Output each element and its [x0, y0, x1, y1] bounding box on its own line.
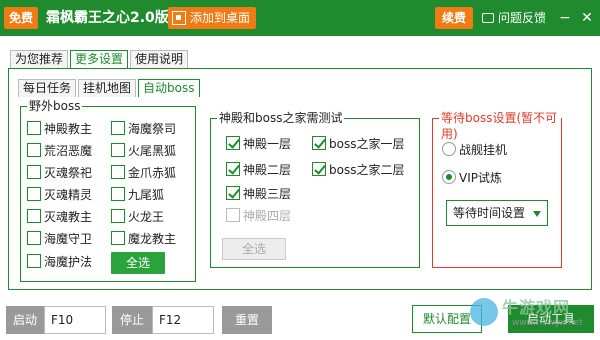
checkbox-wild-boss[interactable]: 神殿教主 [27, 119, 92, 137]
checkbox-box[interactable] [27, 231, 41, 245]
checkbox-box[interactable] [111, 209, 125, 223]
checkbox-box[interactable] [226, 162, 240, 176]
outer-tab-bar: 为您推荐 更多设置 使用说明 [10, 50, 190, 68]
checkbox-wild-boss[interactable]: 九尾狐 [111, 185, 164, 203]
default-config-button[interactable]: 默认配置 [412, 305, 482, 333]
radio-dot[interactable] [442, 170, 456, 184]
chevron-down-icon [533, 211, 541, 217]
checkbox-box[interactable] [111, 143, 125, 157]
checkbox-temple[interactable]: 神殿三层 [226, 184, 291, 202]
checkbox-box[interactable] [312, 162, 326, 176]
checkbox-temple[interactable]: 神殿一层 [226, 134, 291, 152]
checkbox-box[interactable] [27, 254, 41, 268]
checkbox-label: 火龙王 [128, 209, 165, 224]
stop-button[interactable]: 停止 [112, 306, 152, 334]
tab-daily-tasks[interactable]: 每日任务 [18, 79, 77, 97]
checkbox-wild-boss[interactable]: 海魔守卫 [27, 229, 92, 247]
checkbox-label: 海魔祭司 [128, 121, 177, 136]
checkbox-label: 神殿教主 [44, 121, 93, 136]
checkbox-wild-boss[interactable]: 海魔护法 [27, 252, 92, 270]
start-button[interactable]: 启动 [6, 306, 44, 334]
checkbox-temple-disabled: 神殿四层 [226, 206, 291, 224]
checkbox-boss-home[interactable]: boss之家二层 [312, 160, 404, 178]
checkbox-label: 神殿四层 [243, 208, 292, 223]
radio-label: VIP试炼 [459, 170, 502, 185]
checkbox-box[interactable] [226, 136, 240, 150]
desktop-icon [172, 11, 186, 25]
app-title: 霜枫霸王之心2.0版 [46, 10, 169, 26]
radio-dot[interactable] [442, 142, 456, 156]
radio-vip-trial[interactable]: VIP试炼 [442, 168, 502, 186]
checkbox-label: 神殿二层 [243, 162, 292, 177]
checkbox-box[interactable] [312, 136, 326, 150]
checkbox-box[interactable] [27, 143, 41, 157]
checkbox-label: 荒沼恶魔 [44, 143, 93, 158]
start-tool-button[interactable]: 启动工具 [508, 305, 594, 333]
checkbox-label: 灭魂祭祀 [44, 165, 93, 180]
checkbox-box[interactable] [111, 165, 125, 179]
tab-auto-boss[interactable]: 自动boss [138, 79, 200, 97]
feedback-label: 问题反馈 [498, 11, 547, 25]
checkbox-wild-boss[interactable]: 金爪赤狐 [111, 163, 176, 181]
start-hotkey-input[interactable]: F10 [44, 306, 106, 334]
checkbox-label: 神殿一层 [243, 136, 292, 151]
temple-select-all-button: 全选 [222, 238, 286, 260]
checkbox-wild-boss[interactable]: 灭魂教主 [27, 207, 92, 225]
checkbox-label: 金爪赤狐 [128, 165, 177, 180]
feedback-button[interactable]: 问题反馈 [482, 8, 546, 28]
checkbox-wild-boss[interactable]: 魔龙教主 [111, 229, 176, 247]
chat-bubble-icon [482, 13, 494, 23]
temple-group-title: 神殿和boss之家需测试 [217, 110, 345, 126]
checkbox-box[interactable] [27, 187, 41, 201]
wild-boss-title: 野外boss [27, 98, 83, 114]
tab-recommend[interactable]: 为您推荐 [10, 50, 69, 68]
checkbox-temple[interactable]: 神殿二层 [226, 160, 291, 178]
checkbox-label: 魔龙教主 [128, 231, 177, 246]
checkbox-box[interactable] [111, 187, 125, 201]
checkbox-box [226, 208, 240, 222]
tab-more-settings[interactable]: 更多设置 [70, 50, 129, 68]
renew-button[interactable]: 续费 [435, 7, 473, 29]
checkbox-wild-boss[interactable]: 荒沼恶魔 [27, 141, 92, 159]
checkbox-box[interactable] [226, 186, 240, 200]
wait-group-title: 等待boss设置(暂不可用) [439, 110, 561, 142]
checkbox-label: 灭魂教主 [44, 209, 93, 224]
close-button[interactable]: ✕ [578, 8, 596, 28]
tab-instructions[interactable]: 使用说明 [130, 50, 189, 68]
free-badge: 免费 [4, 7, 38, 29]
checkbox-label: 灭魂精灵 [44, 187, 93, 202]
add-to-desktop-button[interactable]: 添加到桌面 [168, 7, 257, 29]
wild-select-all-button[interactable]: 全选 [111, 252, 165, 274]
checkbox-wild-boss[interactable]: 火龙王 [111, 207, 164, 225]
checkbox-box[interactable] [111, 121, 125, 135]
checkbox-wild-boss[interactable]: 海魔祭司 [111, 119, 176, 137]
checkbox-wild-boss[interactable]: 灭魂精灵 [27, 185, 92, 203]
checkbox-boss-home[interactable]: boss之家一层 [312, 134, 404, 152]
inner-tab-bar: 每日任务 挂机地图 自动boss [18, 79, 202, 97]
checkbox-label: 九尾狐 [128, 187, 165, 202]
checkbox-label: 海魔守卫 [44, 231, 93, 246]
wait-time-select[interactable]: 等待时间设置 [446, 200, 548, 226]
checkbox-label: 海魔护法 [44, 254, 93, 269]
checkbox-wild-boss[interactable]: 灭魂祭祀 [27, 163, 92, 181]
checkbox-box[interactable] [111, 231, 125, 245]
wait-time-select-value: 等待时间设置 [453, 206, 526, 220]
checkbox-box[interactable] [27, 121, 41, 135]
checkbox-wild-boss[interactable]: 火尾黑狐 [111, 141, 176, 159]
radio-label: 战舰挂机 [459, 142, 508, 157]
checkbox-box[interactable] [27, 209, 41, 223]
add-to-desktop-label: 添加到桌面 [190, 11, 251, 25]
minimize-button[interactable]: − [556, 8, 574, 28]
checkbox-label: boss之家二层 [329, 162, 405, 177]
tab-afk-map[interactable]: 挂机地图 [78, 79, 137, 97]
radio-battleship-afk[interactable]: 战舰挂机 [442, 140, 507, 158]
checkbox-box[interactable] [27, 165, 41, 179]
checkbox-label: 神殿三层 [243, 186, 292, 201]
checkbox-label: 火尾黑狐 [128, 143, 177, 158]
checkbox-label: boss之家一层 [329, 136, 405, 151]
reset-button[interactable]: 重置 [222, 306, 272, 334]
stop-hotkey-input[interactable]: F12 [152, 306, 214, 334]
